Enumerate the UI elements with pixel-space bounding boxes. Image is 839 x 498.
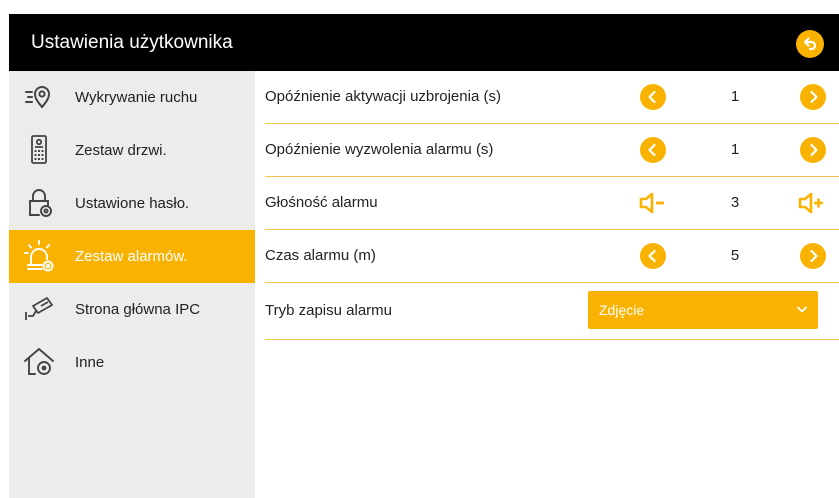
setting-row-arm-delay: Opóźnienie aktywacji uzbrojenia (s) 1 <box>265 71 839 124</box>
setting-label: Opóźnienie wyzwolenia alarmu (s) <box>265 141 494 158</box>
settings-window: Ustawienia użytkownika Wykrywanie ruchu <box>9 14 839 498</box>
decrease-button[interactable] <box>640 84 666 110</box>
volume-down-button[interactable] <box>638 189 668 217</box>
chevron-left-icon <box>648 249 656 263</box>
chevron-right-icon <box>810 143 818 157</box>
setting-row-alarm-volume: Głośność alarmu 3 <box>265 177 839 230</box>
setting-row-alarm-record-mode: Tryb zapisu alarmu Zdjęcie <box>265 283 839 340</box>
ip-camera-icon <box>25 297 53 320</box>
back-arrow-icon <box>803 37 817 51</box>
sidebar-item-label: Zestaw drzwi. <box>75 142 167 159</box>
page-title: Ustawienia użytkownika <box>31 32 233 53</box>
sidebar: Wykrywanie ruchu Zestaw drzwi. Ustawione… <box>9 71 255 498</box>
sidebar-item-label: Strona główna IPC <box>75 301 201 318</box>
sidebar-item-label: Inne <box>75 354 105 371</box>
decrease-button[interactable] <box>640 137 666 163</box>
volume-up-icon <box>798 192 823 214</box>
chevron-left-icon <box>648 143 656 157</box>
password-lock-icon <box>29 189 52 217</box>
sidebar-item-password[interactable]: Ustawione hasło. <box>9 177 255 230</box>
chevron-left-icon <box>648 90 656 104</box>
decrease-button[interactable] <box>640 243 666 269</box>
increase-button[interactable] <box>800 137 826 163</box>
setting-value: 5 <box>730 247 740 264</box>
door-station-icon <box>31 135 47 164</box>
record-mode-dropdown[interactable]: Zdjęcie <box>588 291 818 329</box>
alarm-settings-icon <box>24 240 54 272</box>
setting-row-alarm-duration: Czas alarmu (m) 5 <box>265 230 839 283</box>
settings-panel: Opóźnienie aktywacji uzbrojenia (s) 1 Op… <box>255 71 839 498</box>
chevron-right-icon <box>810 90 818 104</box>
volume-down-icon <box>639 192 664 214</box>
setting-row-alarm-trigger-delay: Opóźnienie wyzwolenia alarmu (s) 1 <box>265 124 839 177</box>
volume-up-button[interactable] <box>797 189 827 217</box>
sidebar-item-other[interactable]: Inne <box>9 336 255 389</box>
chevron-right-icon <box>810 249 818 263</box>
motion-detection-icon <box>25 86 51 109</box>
setting-label: Czas alarmu (m) <box>265 247 376 264</box>
increase-button[interactable] <box>800 243 826 269</box>
increase-button[interactable] <box>800 84 826 110</box>
sidebar-item-door-station[interactable]: Zestaw drzwi. <box>9 124 255 177</box>
chevron-down-icon <box>797 306 807 313</box>
setting-value: 1 <box>730 141 740 158</box>
setting-value: 1 <box>730 88 740 105</box>
setting-label: Głośność alarmu <box>265 194 378 211</box>
sidebar-item-label: Zestaw alarmów. <box>75 248 188 265</box>
setting-label: Opóźnienie aktywacji uzbrojenia (s) <box>265 88 501 105</box>
setting-value: 3 <box>730 194 740 211</box>
sidebar-item-motion-detection[interactable]: Wykrywanie ruchu <box>9 71 255 124</box>
setting-label: Tryb zapisu alarmu <box>265 302 392 319</box>
back-button[interactable] <box>796 30 824 58</box>
sidebar-item-label: Ustawione hasło. <box>75 195 190 212</box>
sidebar-item-label: Wykrywanie ruchu <box>75 89 198 106</box>
home-settings-icon <box>24 348 54 375</box>
sidebar-item-ipc[interactable]: Strona główna IPC <box>9 283 255 336</box>
sidebar-item-alarm-settings[interactable]: Zestaw alarmów. <box>9 230 255 283</box>
header-bar: Ustawienia użytkownika <box>9 14 839 71</box>
dropdown-selected-value: Zdjęcie <box>599 302 645 318</box>
